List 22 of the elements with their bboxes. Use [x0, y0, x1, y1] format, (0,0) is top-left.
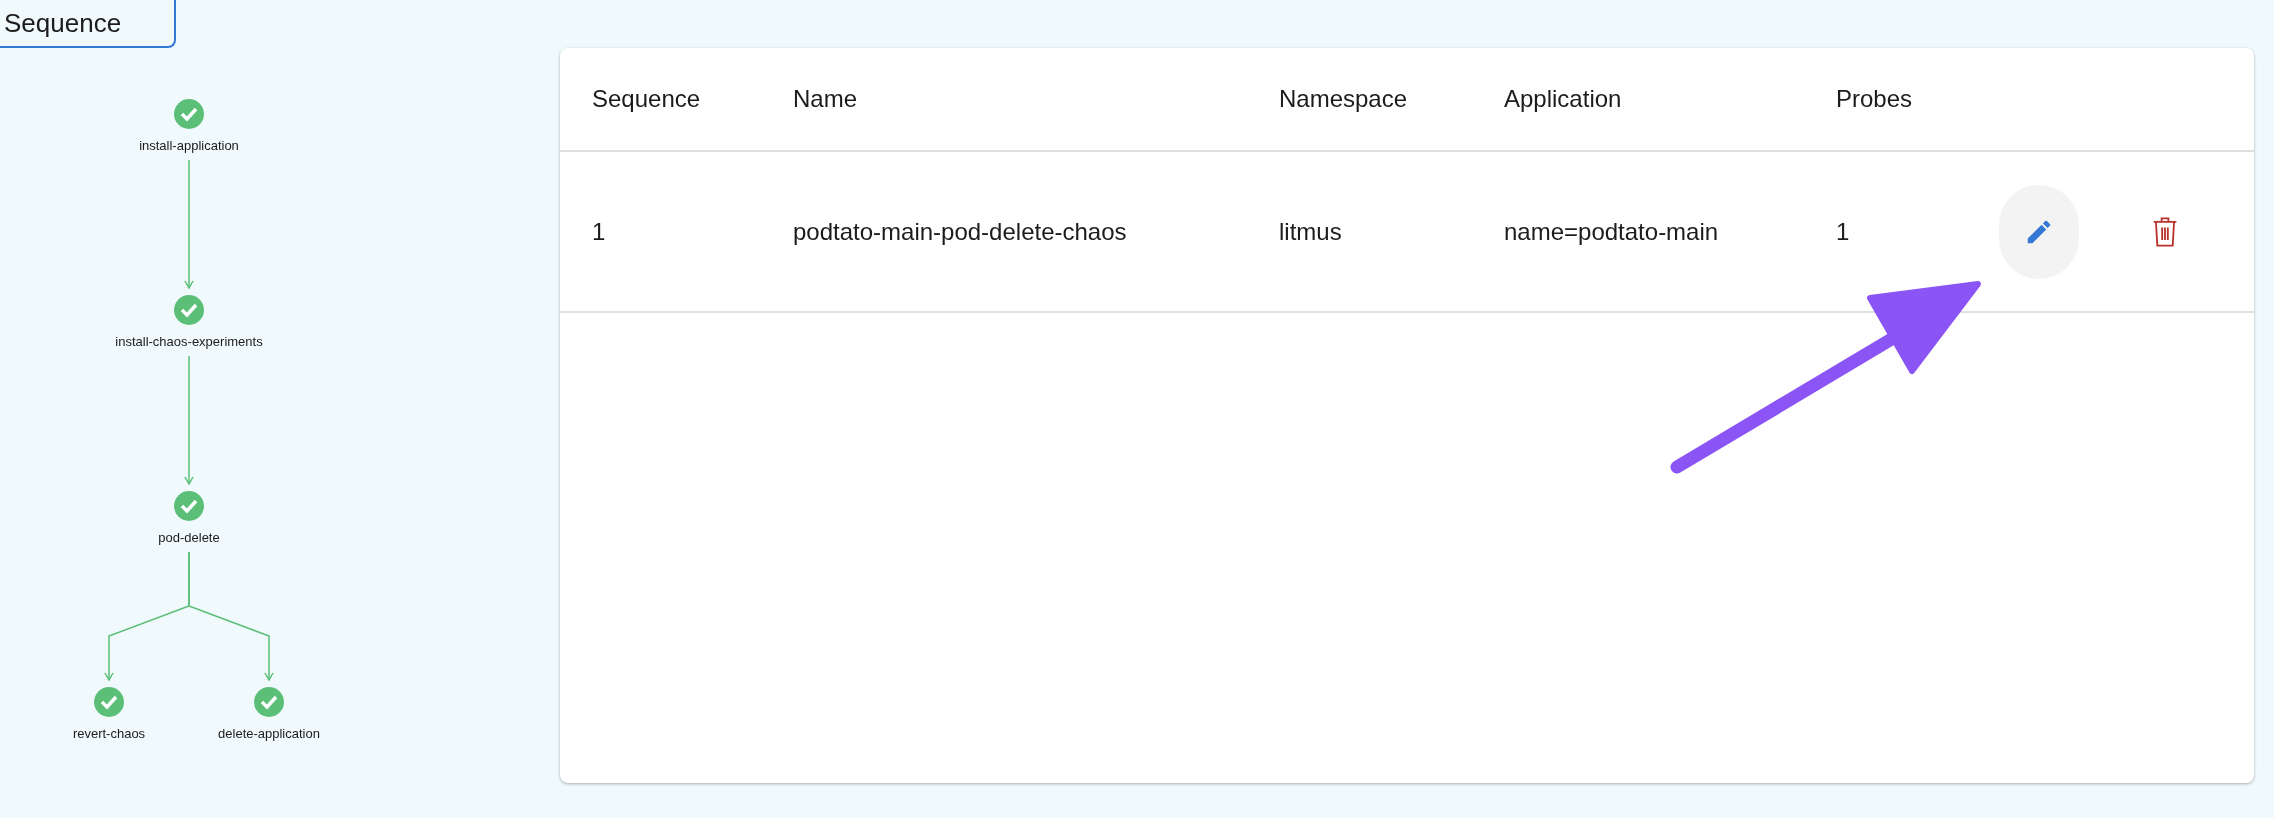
- table-cell-text: 1: [1836, 216, 1851, 247]
- column-header: Application: [1504, 84, 1623, 114]
- table-cell-text: litmus: [1279, 216, 1343, 247]
- success-check-icon[interactable]: [174, 295, 204, 325]
- table-cell-text: 1: [592, 216, 607, 247]
- step-label: install-application: [139, 138, 239, 153]
- column-header: Sequence: [592, 84, 702, 114]
- column-header: Probes: [1836, 84, 1914, 114]
- sequence-button[interactable]: Sequence: [0, 0, 176, 48]
- table-cell-text: name=podtato-main: [1504, 216, 1720, 247]
- step-label: revert-chaos: [72, 726, 146, 741]
- trash-icon: [2151, 214, 2179, 249]
- success-check-icon[interactable]: [174, 99, 204, 129]
- step-label: install-chaos-experiments: [115, 334, 263, 349]
- column-header: Name: [793, 84, 859, 114]
- step-label: pod-delete: [158, 530, 220, 545]
- success-check-icon[interactable]: [174, 491, 204, 521]
- success-check-icon[interactable]: [94, 687, 124, 717]
- step-label: delete-application: [218, 726, 320, 741]
- success-check-icon[interactable]: [254, 687, 284, 717]
- table-cell-text: podtato-main-pod-delete-chaos: [793, 216, 1128, 247]
- column-header: Namespace: [1279, 84, 1409, 114]
